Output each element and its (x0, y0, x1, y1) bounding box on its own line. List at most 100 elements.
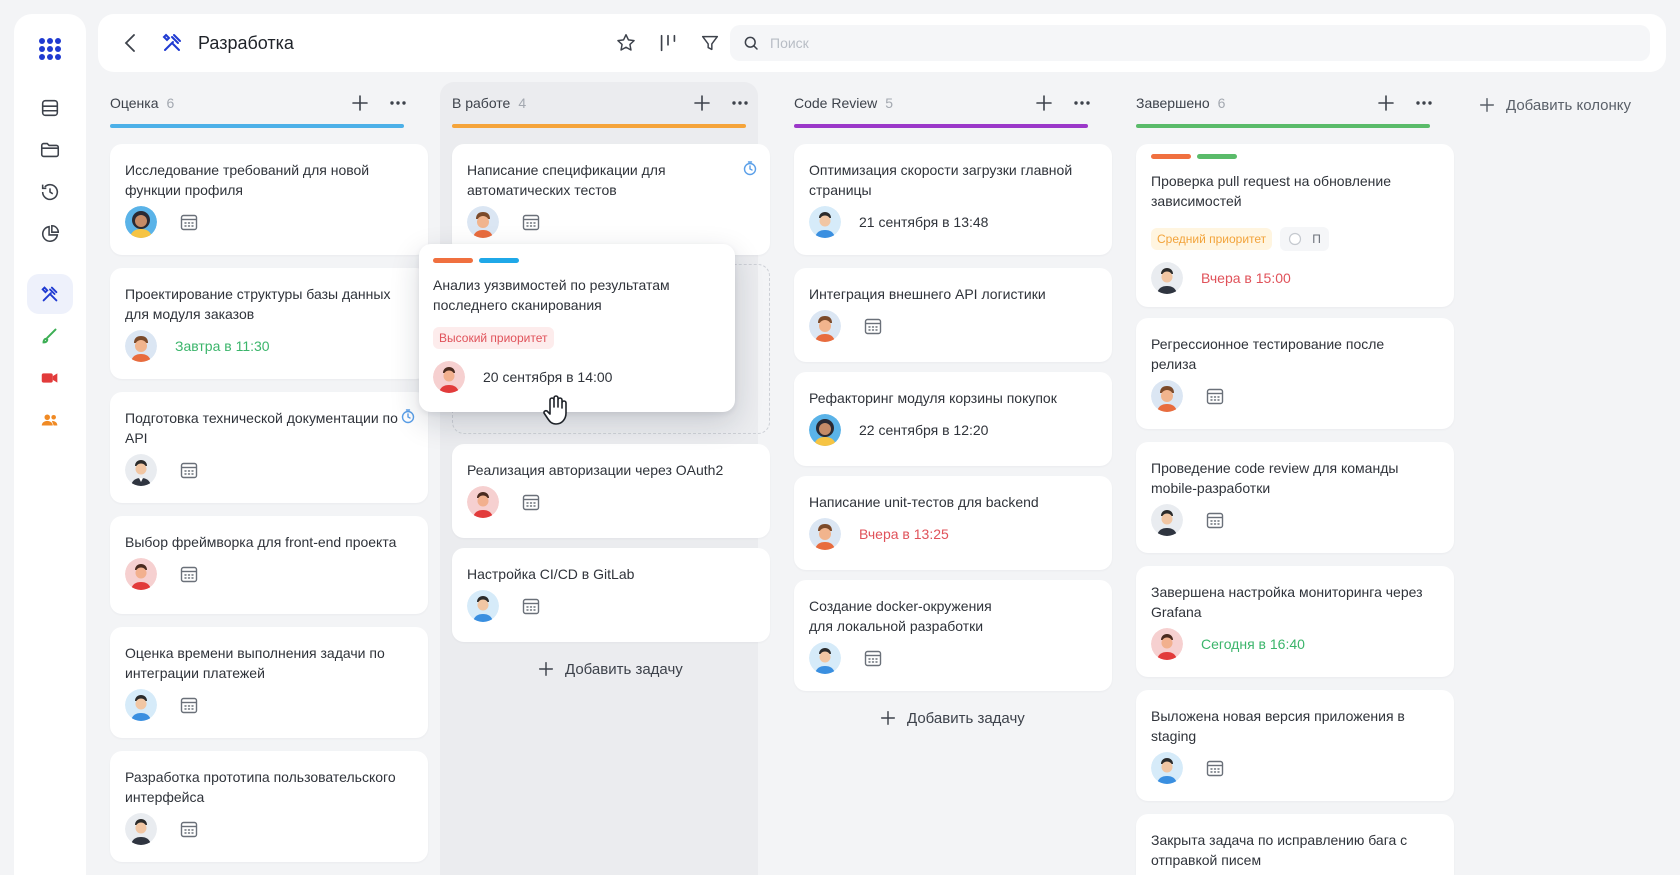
card-title: Интеграция внешнего API логистики (809, 286, 1046, 302)
task-card[interactable]: Оптимизация скорости загрузки главной ст… (794, 144, 1112, 255)
more-icon[interactable] (1414, 93, 1434, 113)
calendar-icon[interactable] (521, 492, 541, 512)
column-color-bar (110, 124, 404, 128)
calendar-icon[interactable] (863, 316, 883, 336)
calendar-icon[interactable] (179, 460, 199, 480)
calendar-icon[interactable] (1205, 758, 1225, 778)
more-icon[interactable] (1072, 93, 1092, 113)
task-card[interactable]: Закрыта задача по исправлению бага с отп… (1136, 814, 1454, 875)
avatar (467, 486, 499, 518)
column-title: В работе (452, 95, 511, 111)
card-title: Проектирование структуры базы данных для… (125, 286, 391, 322)
more-icon[interactable] (388, 93, 408, 113)
column-done: Завершено 6 (1124, 82, 1442, 128)
task-card[interactable]: Проектирование структуры базы данных для… (110, 268, 428, 379)
avatar (125, 813, 157, 845)
avatar (809, 310, 841, 342)
card-title: Закрыта задача по исправлению бага с отп… (1151, 832, 1408, 868)
columns-view-button[interactable] (655, 30, 681, 56)
task-card[interactable]: Выложена новая версия приложения в stagi… (1136, 690, 1454, 801)
pie-chart-icon[interactable] (27, 214, 73, 254)
task-card[interactable]: Настройка CI/CD в GitLab (452, 548, 770, 642)
task-card[interactable]: Написание спецификации для автоматически… (452, 144, 770, 255)
more-icon[interactable] (730, 93, 750, 113)
card-title: Создание docker-окружения для локальной … (809, 598, 992, 634)
back-button[interactable] (118, 31, 142, 55)
card-title: Реализация авторизации через OAuth2 (467, 462, 724, 478)
search-input[interactable] (770, 35, 1630, 51)
column-title: Code Review (794, 95, 878, 111)
top-header: Разработка (98, 14, 1666, 72)
calendar-icon[interactable] (863, 648, 883, 668)
calendar-icon[interactable] (1205, 510, 1225, 530)
add-card-icon[interactable] (350, 93, 370, 113)
add-task-label: Добавить задачу (565, 660, 683, 678)
avatar (1151, 628, 1183, 660)
calendar-icon[interactable] (179, 564, 199, 584)
task-card[interactable]: Регрессионное тестирование после релиза (1136, 318, 1454, 429)
task-card[interactable]: Написание unit-тестов для backend Вчера … (794, 476, 1112, 570)
tools-icon[interactable] (27, 274, 73, 314)
add-card-icon[interactable] (1034, 93, 1054, 113)
task-card[interactable]: Оценка времени выполнения задачи по инте… (110, 627, 428, 738)
avatar (809, 206, 841, 238)
radio-icon (1289, 232, 1302, 246)
add-task-button[interactable]: Добавить задачу (879, 709, 1025, 727)
add-column-button[interactable]: Добавить колонку (1478, 96, 1631, 114)
card-title: Завершена настройка мониторинга через Gr… (1151, 584, 1423, 620)
card-title: Оптимизация скорости загрузки главной ст… (809, 162, 1073, 198)
folder-icon[interactable] (27, 130, 73, 170)
apps-grid-icon[interactable] (39, 38, 61, 60)
avatar (467, 590, 499, 622)
task-card[interactable]: Разработка прототипа пользовательского и… (110, 751, 428, 862)
task-card[interactable]: Проверка pull request на обновление зави… (1136, 144, 1454, 307)
task-card[interactable]: Исследование требований для новой функци… (110, 144, 428, 255)
history-icon[interactable] (27, 172, 73, 212)
calendar-icon[interactable] (179, 695, 199, 715)
card-title: Разработка прототипа пользовательского и… (125, 769, 396, 805)
favorite-star-button[interactable] (613, 30, 639, 56)
avatar (125, 330, 157, 362)
card-title: Выложена новая версия приложения в stagi… (1151, 708, 1405, 744)
add-card-icon[interactable] (692, 93, 712, 113)
card-title: Написание спецификации для автоматически… (467, 162, 666, 198)
task-card[interactable]: Рефакторинг модуля корзины покупок 22 се… (794, 372, 1112, 466)
dragged-task-card[interactable]: Анализ уязвимостей по результатам послед… (419, 244, 735, 412)
task-card[interactable]: Завершена настройка мониторинга через Gr… (1136, 566, 1454, 677)
add-task-button[interactable]: Добавить задачу (537, 660, 683, 678)
card-title: Проверка pull request на обновление зави… (1151, 173, 1392, 209)
calendar-icon[interactable] (179, 819, 199, 839)
avatar (809, 414, 841, 446)
status-toggle[interactable]: П (1280, 227, 1329, 251)
task-card[interactable]: Реализация авторизации через OAuth2 (452, 444, 770, 538)
task-card[interactable]: Интеграция внешнего API логистики (794, 268, 1112, 362)
inbox-icon[interactable] (27, 88, 73, 128)
team-icon[interactable] (27, 400, 73, 440)
task-card[interactable]: Выбор фреймворка для front-end проекта (110, 516, 428, 614)
add-task-label: Добавить задачу (907, 709, 1025, 727)
calendar-icon[interactable] (521, 212, 541, 232)
timer-icon (743, 161, 757, 176)
calendar-icon[interactable] (521, 596, 541, 616)
grab-cursor-icon (543, 395, 567, 425)
calendar-icon[interactable] (1205, 386, 1225, 406)
priority-badge: Высокий приоритет (433, 327, 554, 349)
plus-icon (880, 710, 896, 726)
avatar (809, 642, 841, 674)
add-column-label: Добавить колонку (1506, 96, 1631, 114)
card-title: Анализ уязвимостей по результатам послед… (433, 277, 670, 313)
task-card[interactable]: Подготовка технической документации по A… (110, 392, 428, 503)
filter-button[interactable] (697, 30, 723, 56)
page-title: Разработка (198, 32, 294, 53)
timer-icon (401, 409, 415, 424)
brush-icon[interactable] (27, 316, 73, 356)
calendar-icon[interactable] (179, 212, 199, 232)
search-box[interactable] (730, 25, 1650, 61)
plus-icon (538, 661, 554, 677)
priority-badge: Средний приоритет (1151, 228, 1273, 250)
avatar (125, 454, 157, 486)
task-card[interactable]: Создание docker-окружения для локальной … (794, 580, 1112, 691)
task-card[interactable]: Проведение code review для команды mobil… (1136, 442, 1454, 553)
video-icon[interactable] (27, 358, 73, 398)
add-card-icon[interactable] (1376, 93, 1396, 113)
